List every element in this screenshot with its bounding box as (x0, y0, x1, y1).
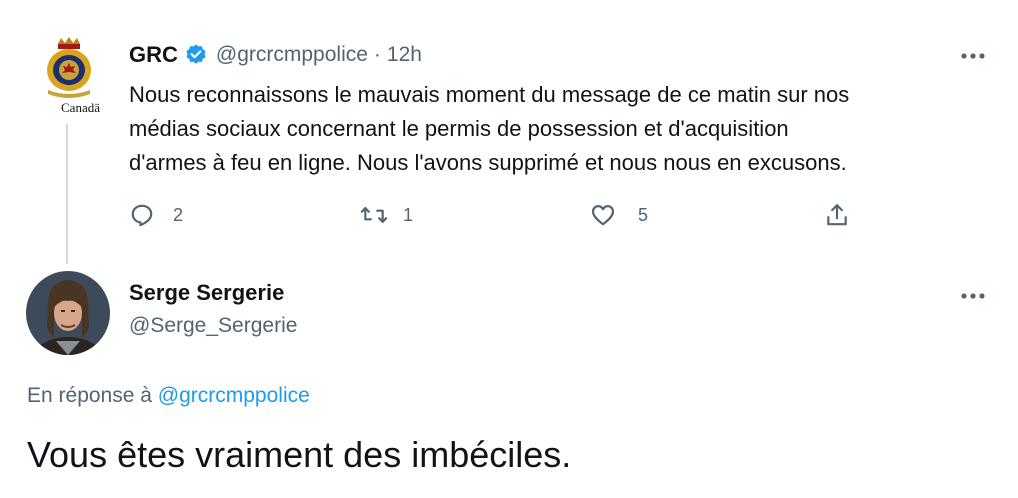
reply-icon (131, 204, 153, 227)
grc-avatar-logo[interactable]: Canadä (28, 36, 110, 118)
like-count: 5 (638, 204, 649, 225)
reply-count: 2 (173, 204, 184, 225)
account-name[interactable]: GRC (129, 42, 178, 68)
tweet-text-line: médias sociaux concernant le permis de p… (129, 116, 789, 141)
reply-text: Vous êtes vraiment des imbéciles. (27, 434, 572, 475)
tweet-text: Nous reconnaissons le mauvais moment du … (129, 78, 989, 180)
like-button[interactable]: 5 (590, 198, 648, 232)
tweet-text-line: d'armes à feu en ligne. Nous l'avons sup… (129, 150, 847, 175)
verified-badge-icon (184, 43, 208, 67)
user-avatar[interactable] (26, 271, 110, 355)
more-horizontal-icon (961, 53, 985, 59)
tweet-timestamp[interactable]: 12h (387, 43, 422, 67)
tweet-text-line: Nous reconnaissons le mauvais moment du … (129, 82, 850, 107)
canada-wordmark: Canadä (61, 100, 100, 115)
replying-to-line: En réponse à @grcrcmppolice (27, 384, 310, 408)
reply-account-name[interactable]: Serge Sergerie (129, 280, 284, 306)
reply-account-handle[interactable]: @Serge_Sergerie (129, 314, 297, 338)
separator-dot: · (373, 43, 381, 66)
share-icon (827, 204, 847, 226)
tweet-more-button[interactable] (953, 44, 993, 68)
tweet-header: GRC @grcrcmppolice · 12h (129, 40, 422, 70)
reply-more-button[interactable] (953, 284, 993, 308)
tweet-action-bar: 2 1 5 (129, 198, 859, 232)
retweet-count: 1 (403, 204, 414, 225)
reply-button[interactable]: 2 (129, 198, 183, 232)
heart-icon (591, 205, 615, 226)
retweet-button[interactable]: 1 (359, 198, 413, 232)
more-horizontal-icon (961, 293, 985, 299)
share-button[interactable] (824, 198, 850, 232)
replying-to-prefix: En réponse à (27, 384, 152, 407)
retweet-icon (360, 206, 388, 224)
replying-to-link[interactable]: @grcrcmppolice (158, 384, 310, 407)
account-handle[interactable]: @grcrcmppolice (216, 43, 368, 67)
thread-connector-line (66, 124, 68, 264)
